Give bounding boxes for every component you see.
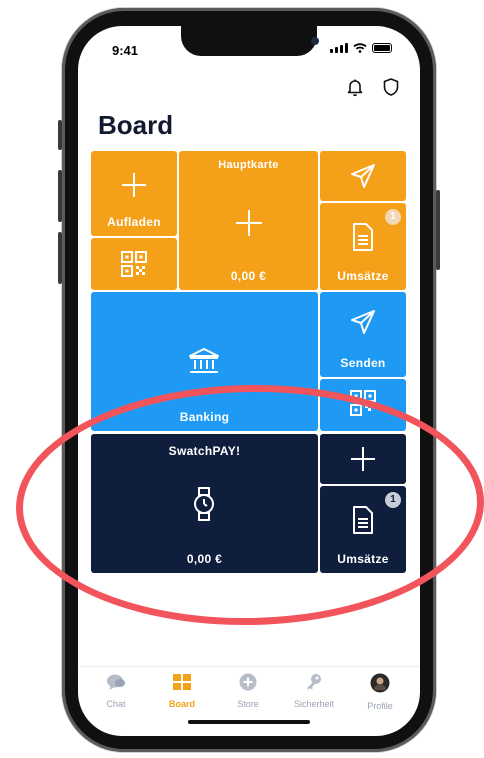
tab-board[interactable]: Board <box>152 673 212 709</box>
tab-store-label: Store <box>237 699 259 709</box>
umsaetze-badge: 1 <box>385 209 401 225</box>
status-time: 9:41 <box>112 43 139 58</box>
status-icons <box>330 43 392 53</box>
battery-icon <box>372 43 392 53</box>
page-title: Board <box>98 110 174 140</box>
board-icon <box>173 674 191 690</box>
tab-profile[interactable]: Profile <box>350 673 410 711</box>
signal-icon <box>330 43 348 53</box>
avatar-icon <box>370 673 390 693</box>
app-screen: 9:41 Board Aufladen Hauptkarte 0,00 € 1 … <box>78 26 420 736</box>
phone-side-button <box>58 232 62 284</box>
umsaetze-label: Umsätze <box>337 269 389 283</box>
tab-board-label: Board <box>168 699 195 709</box>
notch <box>181 26 319 56</box>
tab-bar: Chat Board Store Sicherheit Profile <box>78 666 420 713</box>
send-money-tile[interactable] <box>320 151 406 201</box>
aufladen-tile[interactable]: Aufladen <box>91 151 177 236</box>
key-icon <box>307 674 321 690</box>
plus-icon <box>236 210 262 236</box>
phone-side-button <box>58 120 62 150</box>
tab-sicherheit-label: Sicherheit <box>293 699 335 709</box>
tab-profile-label: Profile <box>367 701 393 711</box>
hauptkarte-amount: 0,00 € <box>230 269 267 283</box>
send-icon <box>351 310 375 334</box>
plus-icon <box>122 173 146 197</box>
tab-chat-label: Chat <box>106 699 126 709</box>
hauptkarte-tile[interactable]: Hauptkarte 0,00 € <box>179 151 318 290</box>
tab-sicherheit[interactable]: Sicherheit <box>284 673 344 709</box>
phone-side-button <box>58 170 62 222</box>
send-icon <box>351 164 375 188</box>
umsaetze-tile-top[interactable]: 1 Umsätze <box>320 203 406 290</box>
senden-label: Senden <box>340 356 386 370</box>
wifi-icon <box>353 43 367 53</box>
document-icon <box>353 223 373 251</box>
senden-tile[interactable]: Senden <box>320 292 406 377</box>
plus-circle-icon <box>239 673 257 691</box>
tab-chat[interactable]: Chat <box>86 673 146 709</box>
qr-scan-tile[interactable] <box>91 238 177 290</box>
qr-code-icon <box>121 251 147 277</box>
bank-icon <box>189 348 219 373</box>
tab-store[interactable]: Store <box>218 673 278 709</box>
bell-icon[interactable] <box>344 76 366 98</box>
chat-icon <box>107 674 125 690</box>
home-indicator <box>188 720 310 724</box>
aufladen-label: Aufladen <box>107 215 161 229</box>
hauptkarte-title: Hauptkarte <box>218 159 279 171</box>
shield-icon[interactable] <box>380 76 402 98</box>
phone-power-button <box>436 190 440 270</box>
camera <box>311 37 319 45</box>
